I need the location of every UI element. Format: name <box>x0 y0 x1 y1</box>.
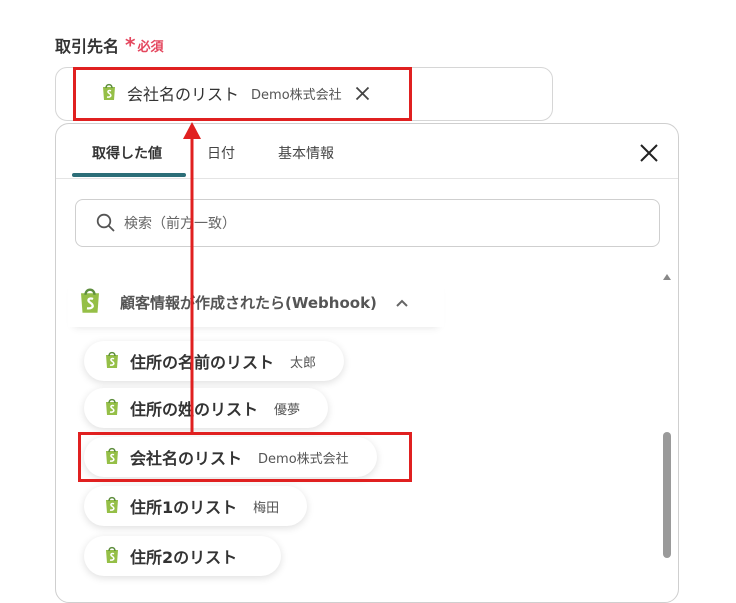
list-item-value: Demo株式会社 <box>258 451 349 467</box>
shopify-bag-icon <box>104 545 120 568</box>
field-label-text: 取引先名 <box>55 37 120 56</box>
search-placeholder: 検索（前方一致） <box>124 216 236 232</box>
list-item-value: 梅田 <box>253 500 280 516</box>
tab-date[interactable]: 日付 <box>207 143 235 163</box>
shopify-bag-icon <box>104 446 120 469</box>
list-item-name: 住所の名前のリスト <box>130 353 275 372</box>
value-picker-panel: 取得した値 日付 基本情報 検索（前方一致） 顧客情報が作成されたら(Webho… <box>55 123 679 603</box>
selected-chip-name: 会社名のリスト <box>127 85 240 104</box>
search-icon <box>96 213 116 233</box>
list-item-name: 住所2のリスト <box>130 548 238 567</box>
chevron-up-icon[interactable] <box>395 295 409 309</box>
list-item-name: 住所1のリスト <box>130 498 238 517</box>
list-item-value: 優夢 <box>274 402 301 418</box>
scrollbar-thumb[interactable] <box>663 432 671 558</box>
list-item[interactable]: 住所2のリスト <box>84 536 282 576</box>
tab-bar: 取得した値 日付 基本情報 <box>56 124 678 179</box>
close-icon[interactable] <box>638 142 660 164</box>
list-item[interactable]: 住所の姓のリスト 優夢 <box>84 388 329 428</box>
scroll-up-arrow-icon[interactable] <box>663 274 671 280</box>
field-label: 取引先名 * 必須 <box>55 33 164 57</box>
list-item-name: 会社名のリスト <box>130 449 243 468</box>
selected-chip-value: Demo株式会社 <box>251 87 342 103</box>
list-item[interactable]: 会社名のリスト Demo株式会社 <box>84 437 377 477</box>
list-item-value: 太郎 <box>290 355 317 371</box>
shopify-bag-icon <box>104 350 120 373</box>
tab-obtained-values[interactable]: 取得した値 <box>92 143 162 163</box>
tab-basic-info[interactable]: 基本情報 <box>278 143 334 163</box>
search-input[interactable]: 検索（前方一致） <box>75 199 660 247</box>
company-name-field[interactable]: 会社名のリスト Demo株式会社 <box>55 67 553 121</box>
shopify-bag-icon <box>104 397 120 420</box>
list-item[interactable]: 住所1のリスト 梅田 <box>84 486 308 526</box>
list-item[interactable]: 住所の名前のリスト 太郎 <box>84 341 345 381</box>
selected-value-chip[interactable]: 会社名のリスト Demo株式会社 <box>79 74 382 112</box>
group-header[interactable]: 顧客情報が作成されたら(Webhook) <box>68 277 444 327</box>
close-icon[interactable] <box>354 84 372 102</box>
group-title: 顧客情報が作成されたら(Webhook) <box>120 293 377 312</box>
shopify-bag-icon <box>101 82 117 105</box>
shopify-bag-icon <box>104 495 120 518</box>
active-tab-indicator <box>72 173 186 177</box>
shopify-bag-icon <box>78 285 102 319</box>
required-text: 必須 <box>137 39 164 55</box>
required-mark: * <box>125 33 136 57</box>
list-item-name: 住所の姓のリスト <box>130 400 259 419</box>
